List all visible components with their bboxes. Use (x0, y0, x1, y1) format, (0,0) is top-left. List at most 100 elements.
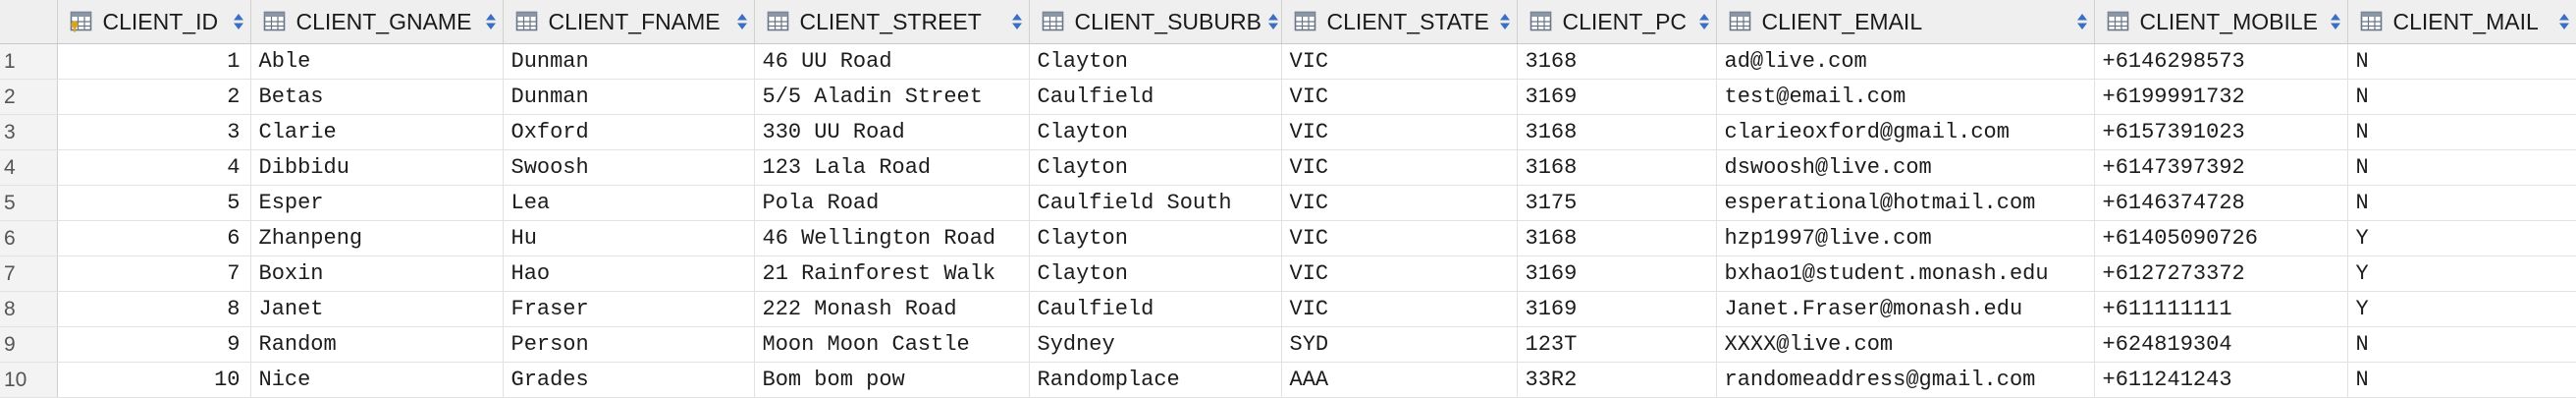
cell-client-id[interactable]: 3 (57, 114, 251, 150)
column-header-client-mail[interactable]: CLIENT_MAIL (2347, 0, 2576, 44)
table-row[interactable]: 9 9 Random Person Moon Moon Castle Sydney SYD 1… (0, 326, 2576, 363)
cell-client-id[interactable]: 4 (57, 149, 251, 186)
cell-client-fname[interactable]: Swoosh (503, 149, 755, 186)
cell-client-street[interactable]: 222 Monash Road (754, 291, 1030, 327)
cell-client-mail[interactable]: Y (2347, 291, 2576, 327)
cell-client-gname[interactable]: Betas (250, 79, 504, 115)
column-header-client-street[interactable]: CLIENT_STREET (754, 0, 1030, 44)
sort-arrows-icon[interactable] (1005, 12, 1023, 31)
cell-client-fname[interactable]: Hu (503, 220, 755, 256)
row-number[interactable]: 1 (0, 43, 58, 80)
sort-arrows-icon[interactable] (1493, 12, 1511, 31)
cell-client-gname[interactable]: Nice (250, 362, 504, 398)
cell-client-mobile[interactable]: +6157391023 (2094, 114, 2348, 150)
cell-client-suburb[interactable]: Randomplace (1029, 362, 1282, 398)
table-row[interactable]: 5 5 Esper Lea Pola Road Caulfield South VIC 317… (0, 185, 2576, 221)
cell-client-email[interactable]: hzp1997@live.com (1716, 220, 2095, 256)
table-row[interactable]: 10 10 Nice Grades Bom bom pow Randomplace AAA 3… (0, 362, 2576, 398)
cell-client-suburb[interactable]: Clayton (1029, 149, 1282, 186)
cell-client-id[interactable]: 6 (57, 220, 251, 256)
cell-client-pc[interactable]: 3175 (1517, 185, 1717, 221)
cell-client-gname[interactable]: Able (250, 43, 504, 80)
cell-client-mobile[interactable]: +6199991732 (2094, 79, 2348, 115)
column-header-client-pc[interactable]: CLIENT_PC (1517, 0, 1717, 44)
cell-client-pc[interactable]: 3169 (1517, 79, 1717, 115)
cell-client-state[interactable]: VIC (1281, 79, 1518, 115)
table-row[interactable]: 6 6 Zhanpeng Hu 46 Wellington Road Clayton VIC… (0, 220, 2576, 256)
cell-client-state[interactable]: VIC (1281, 291, 1518, 327)
cell-client-pc[interactable]: 3169 (1517, 291, 1717, 327)
column-header-client-suburb[interactable]: CLIENT_SUBURB (1029, 0, 1282, 44)
table-row[interactable]: 2 2 Betas Dunman 5/5 Aladin Street Caulfield V… (0, 79, 2576, 115)
row-number[interactable]: 2 (0, 79, 58, 115)
table-row[interactable]: 1 1 Able Dunman 46 UU Road Clayton VIC 3168 ad@l… (0, 43, 2576, 80)
cell-client-mobile[interactable]: +611111111 (2094, 291, 2348, 327)
cell-client-id[interactable]: 7 (57, 256, 251, 292)
cell-client-mobile[interactable]: +624819304 (2094, 326, 2348, 363)
cell-client-mail[interactable]: Y (2347, 256, 2576, 292)
cell-client-id[interactable]: 2 (57, 79, 251, 115)
cell-client-mobile[interactable]: +611241243 (2094, 362, 2348, 398)
cell-client-mobile[interactable]: +61405090726 (2094, 220, 2348, 256)
table-row[interactable]: 7 7 Boxin Hao 21 Rainforest Walk Clayton VIC 31… (0, 256, 2576, 292)
cell-client-suburb[interactable]: Clayton (1029, 43, 1282, 80)
row-number[interactable]: 9 (0, 326, 58, 363)
cell-client-street[interactable]: Pola Road (754, 185, 1030, 221)
cell-client-email[interactable]: dswoosh@live.com (1716, 149, 2095, 186)
cell-client-mail[interactable]: Y (2347, 220, 2576, 256)
cell-client-gname[interactable]: Zhanpeng (250, 220, 504, 256)
row-number[interactable]: 7 (0, 256, 58, 292)
row-number[interactable]: 3 (0, 114, 58, 150)
cell-client-fname[interactable]: Dunman (503, 43, 755, 80)
cell-client-suburb[interactable]: Clayton (1029, 114, 1282, 150)
result-grid[interactable]: CLIENT_ID CLIENT_GNAME CLIENT_FNAME CLIENT_… (0, 0, 2576, 398)
column-header-client-email[interactable]: CLIENT_EMAIL (1716, 0, 2095, 44)
cell-client-state[interactable]: VIC (1281, 185, 1518, 221)
column-header-client-state[interactable]: CLIENT_STATE (1281, 0, 1518, 44)
cell-client-email[interactable]: bxhao1@student.monash.edu (1716, 256, 2095, 292)
row-number[interactable]: 5 (0, 185, 58, 221)
cell-client-pc[interactable]: 3168 (1517, 43, 1717, 80)
cell-client-gname[interactable]: Janet (250, 291, 504, 327)
cell-client-state[interactable]: SYD (1281, 326, 1518, 363)
cell-client-mobile[interactable]: +6146374728 (2094, 185, 2348, 221)
cell-client-gname[interactable]: Dibbidu (250, 149, 504, 186)
cell-client-email[interactable]: XXXX@live.com (1716, 326, 2095, 363)
cell-client-mail[interactable]: N (2347, 362, 2576, 398)
cell-client-street[interactable]: 330 UU Road (754, 114, 1030, 150)
cell-client-email[interactable]: test@email.com (1716, 79, 2095, 115)
cell-client-suburb[interactable]: Sydney (1029, 326, 1282, 363)
sort-arrows-icon[interactable] (479, 12, 497, 31)
row-number[interactable]: 4 (0, 149, 58, 186)
cell-client-suburb[interactable]: Clayton (1029, 256, 1282, 292)
cell-client-gname[interactable]: Boxin (250, 256, 504, 292)
cell-client-suburb[interactable]: Caulfield South (1029, 185, 1282, 221)
cell-client-state[interactable]: VIC (1281, 114, 1518, 150)
cell-client-fname[interactable]: Grades (503, 362, 755, 398)
cell-client-suburb[interactable]: Caulfield (1029, 79, 1282, 115)
table-row[interactable]: 8 8 Janet Fraser 222 Monash Road Caulfield VIC… (0, 291, 2576, 327)
cell-client-email[interactable]: esperational@hotmail.com (1716, 185, 2095, 221)
table-row[interactable]: 4 4 Dibbidu Swoosh 123 Lala Road Clayton VIC 31… (0, 149, 2576, 186)
cell-client-mail[interactable]: N (2347, 185, 2576, 221)
cell-client-suburb[interactable]: Caulfield (1029, 291, 1282, 327)
cell-client-mail[interactable]: N (2347, 326, 2576, 363)
column-header-client-gname[interactable]: CLIENT_GNAME (250, 0, 504, 44)
cell-client-mail[interactable]: N (2347, 79, 2576, 115)
cell-client-pc[interactable]: 123T (1517, 326, 1717, 363)
table-row[interactable]: 3 3 Clarie Oxford 330 UU Road Clayton VIC 3168 c… (0, 114, 2576, 150)
cell-client-fname[interactable]: Hao (503, 256, 755, 292)
cell-client-fname[interactable]: Person (503, 326, 755, 363)
cell-client-id[interactable]: 1 (57, 43, 251, 80)
cell-client-pc[interactable]: 3169 (1517, 256, 1717, 292)
cell-client-gname[interactable]: Clarie (250, 114, 504, 150)
cell-client-street[interactable]: 46 Wellington Road (754, 220, 1030, 256)
row-number[interactable]: 10 (0, 362, 58, 398)
cell-client-fname[interactable]: Oxford (503, 114, 755, 150)
cell-client-email[interactable]: Janet.Fraser@monash.edu (1716, 291, 2095, 327)
cell-client-street[interactable]: 46 UU Road (754, 43, 1030, 80)
cell-client-mobile[interactable]: +6146298573 (2094, 43, 2348, 80)
column-header-client-mobile[interactable]: CLIENT_MOBILE (2094, 0, 2348, 44)
cell-client-mobile[interactable]: +6127273372 (2094, 256, 2348, 292)
cell-client-state[interactable]: VIC (1281, 43, 1518, 80)
